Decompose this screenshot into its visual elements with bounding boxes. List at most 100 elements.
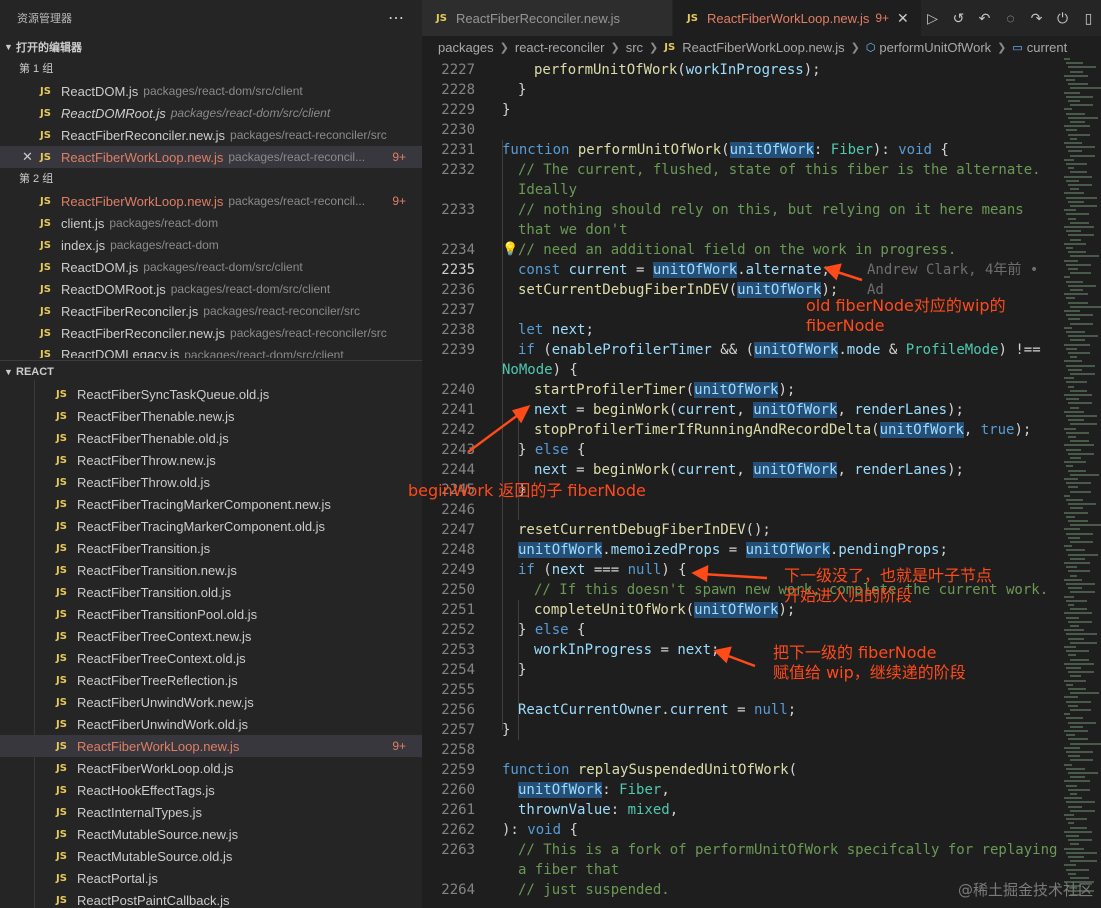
js-file-icon: JS (56, 806, 67, 818)
open-editor-item[interactable]: JS ReactDOM.js packages/react-dom/src/cl… (0, 80, 422, 102)
minimap-line (1066, 549, 1085, 552)
minimap-line (1068, 284, 1096, 287)
code-line[interactable]: 2230 (422, 120, 1062, 140)
js-file-icon: JS (436, 12, 447, 24)
code-line[interactable]: 2229} (422, 100, 1062, 120)
tree-file-item[interactable]: JS ReactFiberUnwindWork.old.js (0, 713, 422, 735)
js-file-icon: JS (40, 239, 51, 251)
open-editor-item[interactable]: JS ReactDOMLegacy.js packages/react-dom/… (0, 344, 422, 358)
open-editor-item[interactable]: JS index.js packages/react-dom (0, 234, 422, 256)
tree-file-item[interactable]: JS ReactFiberTracingMarkerComponent.new.j… (0, 493, 422, 515)
tree-file-item[interactable]: JS ReactPostPaintCallback.js (0, 889, 422, 908)
minimap-line (1064, 746, 1080, 749)
breadcrumb-item[interactable]: performUnitOfWork (879, 40, 991, 55)
line-number: 2228 (441, 82, 475, 98)
line-number (422, 360, 475, 380)
power-icon[interactable]: ⏻ (1054, 10, 1071, 27)
code-line[interactable]: 2239 if (enableProfilerTimer && (unitOfWo… (422, 340, 1062, 360)
file-name: ReactHookEffectTags.js (77, 782, 215, 798)
minimap[interactable] (1062, 58, 1101, 908)
open-editors-header[interactable]: ▼ 打开的编辑器 (0, 36, 422, 58)
line-number: 2247 (441, 522, 475, 538)
open-editor-item[interactable]: JS ReactDOM.js packages/react-dom/src/cl… (0, 256, 422, 278)
circle-icon[interactable]: ◌ (1002, 10, 1019, 26)
code-line[interactable]: 2261 thrownValue: mixed, (422, 800, 1062, 820)
tree-file-item[interactable]: JS ReactInternalTypes.js (0, 801, 422, 823)
code-line[interactable]: 2241 next = beginWork(current, unitOfWork… (422, 400, 1062, 420)
code-line[interactable]: 2262): void { (422, 820, 1062, 840)
tree-file-item[interactable]: JS ReactFiberTransition.new.js (0, 559, 422, 581)
go-forward-icon[interactable]: ↷ (1028, 10, 1045, 27)
project-header[interactable]: ▼ REACT (0, 361, 422, 383)
tree-file-item[interactable]: JS ReactHookEffectTags.js (0, 779, 422, 801)
tree-file-item[interactable]: JS ReactMutableSource.new.js (0, 823, 422, 845)
tab-reconciler[interactable]: JS ReactFiberReconciler.new.js (422, 0, 673, 36)
tree-file-item[interactable]: JS ReactFiberThrow.new.js (0, 449, 422, 471)
tree-file-item[interactable]: JS ReactFiberThenable.new.js (0, 405, 422, 427)
tree-file-item[interactable]: JS ReactFiberWorkLoop.new.js 9+ (0, 735, 422, 757)
tree-file-item[interactable]: JS ReactPortal.js (0, 867, 422, 889)
code-line[interactable]: Ideally (422, 180, 1062, 200)
code-line[interactable]: 2260 unitOfWork: Fiber, (422, 780, 1062, 800)
breadcrumb-item[interactable]: current (1027, 40, 1067, 55)
tree-file-item[interactable]: JS ReactFiberSyncTaskQueue.old.js (0, 383, 422, 405)
code-line[interactable]: 2235 const current = unitOfWork.alternate… (422, 260, 1062, 298)
tree-file-item[interactable]: JS ReactMutableSource.old.js (0, 845, 422, 867)
code-line[interactable]: 2248 unitOfWork.memoizedProps = unitOfWor… (422, 540, 1062, 560)
close-icon[interactable]: ✕ (897, 10, 909, 27)
open-editor-item-active[interactable]: ✕ JS ReactFiberWorkLoop.new.js packages/… (0, 146, 422, 168)
tree-file-item[interactable]: JS ReactFiberThenable.old.js (0, 427, 422, 449)
minimap-line (1064, 142, 1082, 144)
tree-file-item[interactable]: JS ReactFiberTransition.old.js (0, 581, 422, 603)
code-line[interactable]: 2232 // The current, flushed, state of th… (422, 160, 1062, 180)
code-line[interactable]: 2259 function replaySuspendedUnitOfWork( (422, 760, 1062, 780)
open-editor-item[interactable]: JS ReactDOMRoot.js packages/react-dom/sr… (0, 102, 422, 124)
tree-file-item[interactable]: JS ReactFiberTracingMarkerComponent.old.j… (0, 515, 422, 537)
code-text: unitOfWork: Fiber, (518, 782, 670, 798)
code-line[interactable]: a fiber that (422, 860, 1062, 880)
history-icon[interactable]: ↺ (950, 10, 967, 27)
tree-file-item[interactable]: JS ReactFiberTreeContext.old.js (0, 647, 422, 669)
code-line[interactable]: that we don't (422, 220, 1062, 240)
code-line[interactable]: 2258 (422, 740, 1062, 760)
code-line[interactable]: 2247 resetCurrentDebugFiberInDEV(); (422, 520, 1062, 540)
open-editor-item[interactable]: JS client.js packages/react-dom (0, 212, 422, 234)
tab-workloop[interactable]: JS ReactFiberWorkLoop.new.js 9+ ✕ (673, 0, 922, 36)
tree-file-item[interactable]: JS ReactFiberTreeReflection.js (0, 669, 422, 691)
open-editor-item[interactable]: JS ReactFiberWorkLoop.new.js packages/re… (0, 190, 422, 212)
breadcrumb-item[interactable]: packages (438, 40, 494, 55)
code-line[interactable]: 2263 // This is a fork of performUnitOfWo… (422, 840, 1062, 860)
split-editor-icon[interactable]: ▯ (1080, 10, 1097, 27)
run-icon[interactable]: ▷ (924, 10, 941, 27)
tree-file-item[interactable]: JS ReactFiberUnwindWork.new.js (0, 691, 422, 713)
tree-file-item[interactable]: JS ReactFiberTransitionPool.old.js (0, 603, 422, 625)
code-line[interactable]: NoMode) { (422, 360, 1062, 380)
minimap-line (1064, 696, 1078, 699)
tree-file-item[interactable]: JS ReactFiberWorkLoop.old.js (0, 757, 422, 779)
more-actions-icon[interactable]: ⋯ (388, 8, 405, 28)
js-file-icon: JS (40, 305, 51, 317)
minimap-line (1064, 377, 1074, 380)
breadcrumb-item[interactable]: src (626, 40, 643, 55)
code-line[interactable]: 2233 // nothing should rely on this, but … (422, 200, 1062, 220)
open-editor-item[interactable]: JS ReactFiberReconciler.new.js packages/… (0, 322, 422, 344)
breadcrumb-item[interactable]: react-reconciler (515, 40, 605, 55)
close-icon[interactable]: ✕ (22, 149, 33, 165)
code-line[interactable]: 2240 startProfilerTimer(unitOfWork); (422, 380, 1062, 400)
go-back-icon[interactable]: ↶ (976, 10, 993, 27)
tree-file-item[interactable]: JS ReactFiberTransition.js (0, 537, 422, 559)
js-file-icon: JS (56, 498, 67, 510)
code-line[interactable]: 2228} (422, 80, 1062, 100)
code-line[interactable]: 2231 function performUnitOfWork(unitOfWor… (422, 140, 1062, 160)
open-editor-item[interactable]: JS ReactFiberReconciler.js packages/reac… (0, 300, 422, 322)
tree-file-item[interactable]: JS ReactFiberThrow.old.js (0, 471, 422, 493)
tree-file-item[interactable]: JS ReactFiberTreeContext.new.js (0, 625, 422, 647)
open-editor-item[interactable]: JS ReactFiberReconciler.new.js packages/… (0, 124, 422, 146)
code-line[interactable]: 2234 // need an additional field on the w… (422, 240, 1062, 260)
code-text: Ideally (518, 182, 578, 198)
minimap-line (1066, 129, 1077, 132)
lightbulb-icon[interactable]: 💡 (502, 240, 518, 260)
breadcrumb-item[interactable]: ReactFiberWorkLoop.new.js (682, 40, 844, 55)
code-line[interactable]: 2227 performUnitOfWork(workInProgress); (422, 60, 1062, 80)
open-editor-item[interactable]: JS ReactDOMRoot.js packages/react-dom/sr… (0, 278, 422, 300)
